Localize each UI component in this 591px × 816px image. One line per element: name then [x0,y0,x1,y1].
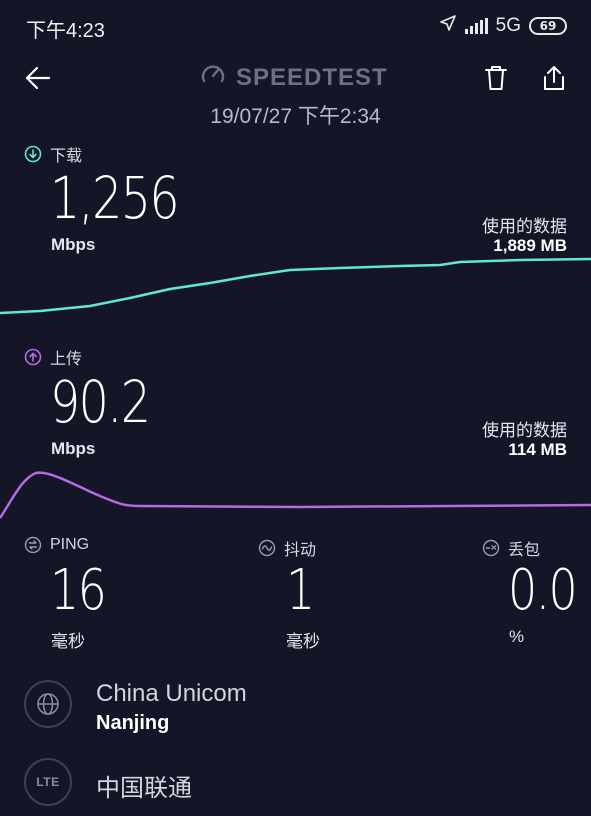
lte-icon-text: LTE [36,775,60,789]
provider-name: China Unicom [96,680,247,707]
upload-speed: 90.2 [50,368,151,436]
download-data-label: 使用的数据 [482,217,567,236]
jitter-unit: 毫秒 [286,632,320,651]
provider-city: Nanjing [96,712,170,734]
lte-icon: LTE [24,758,72,806]
ping-label-text: PING [50,536,90,553]
download-speed: 1,256 [50,164,180,232]
status-icons: 5G 69 [439,14,567,38]
carrier-name: 中国联通 [96,775,192,802]
speedometer-icon [200,62,226,93]
packet-loss-icon [482,539,500,557]
ping-unit: 毫秒 [51,632,85,651]
back-button[interactable] [18,58,58,98]
jitter-label: 抖动 [258,536,316,560]
trash-icon [485,66,507,90]
share-icon [544,66,564,90]
globe-icon [24,680,72,728]
title-text: SPEEDTEST [236,63,388,91]
ping-icon [24,536,42,554]
download-arrow-icon [24,145,42,163]
app-title: SPEEDTEST [200,62,388,93]
delete-button[interactable] [476,58,516,98]
status-time: 下午4:23 [26,20,105,42]
location-arrow-icon [439,14,457,38]
upload-graph-line [0,471,591,519]
download-graph-line [0,257,591,315]
test-datetime: 19/07/27 下午2:34 [210,105,381,128]
loss-label-text: 丢包 [508,542,541,559]
upload-label-text: 上传 [50,351,83,368]
loss-label: 丢包 [482,536,540,560]
battery-icon: 69 [529,17,567,35]
loss-value: 0.0 [508,558,578,623]
download-label: 下载 [24,142,82,166]
download-graph [0,257,591,315]
share-button[interactable] [534,58,574,98]
upload-arrow-icon [24,348,42,366]
jitter-label-text: 抖动 [284,542,317,559]
network-type: 5G [495,15,521,36]
upload-label: 上传 [24,345,82,369]
upload-data-value: 114 MB [508,440,567,459]
download-label-text: 下载 [50,148,83,165]
signal-icon [464,18,488,34]
upload-unit: Mbps [51,439,96,458]
upload-data-label: 使用的数据 [482,421,567,440]
back-arrow-icon [25,66,51,90]
jitter-value: 1 [286,558,315,623]
ping-value: 16 [50,558,107,623]
ping-label: PING [24,536,89,554]
upload-graph [0,471,591,519]
loss-unit: % [509,627,525,646]
jitter-icon [258,539,276,557]
